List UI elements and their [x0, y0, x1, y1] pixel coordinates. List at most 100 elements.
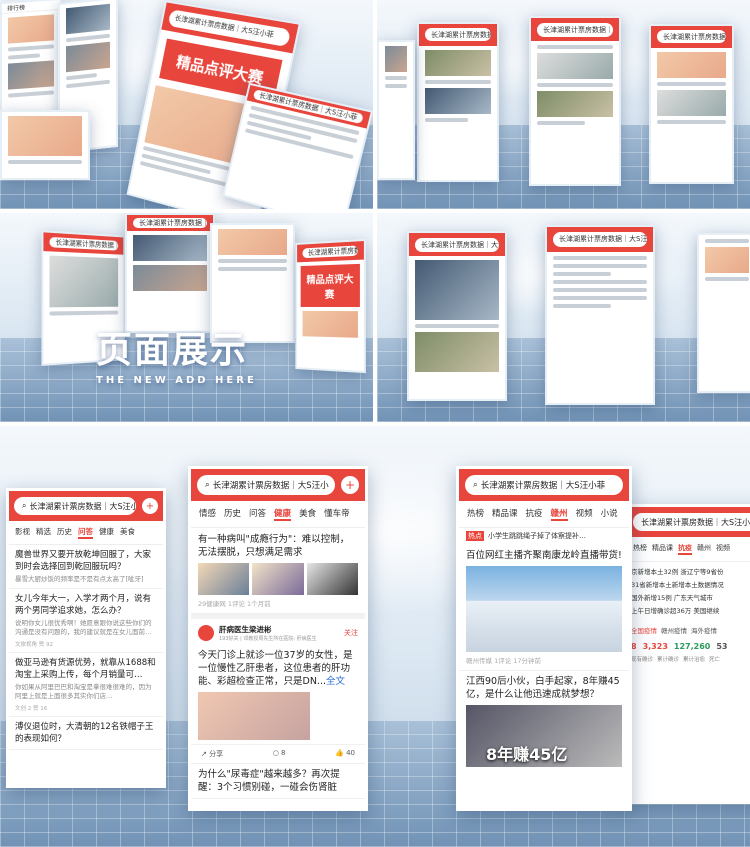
article[interactable]: 百位网红主播齐聚南康龙岭直播带货! 赣州传媒 1评论 17分钟前	[459, 544, 629, 671]
like-button[interactable]: 👍 40	[335, 749, 355, 759]
tab-active[interactable]: 问答	[78, 526, 93, 539]
thumbs-up-icon: 👍	[335, 749, 344, 757]
divider	[0, 209, 750, 213]
tab[interactable]: 历史	[224, 507, 241, 521]
tab-active[interactable]: 赣州	[550, 507, 568, 521]
author-name[interactable]: 肝病医生梁进彬	[219, 624, 339, 635]
article[interactable]: 为什么"尿毒症"越来越多？再次提醒：3个习惯别碰，一碰会伤肾脏	[191, 764, 365, 799]
tab[interactable]: 问答	[249, 507, 266, 521]
thumb-phone	[0, 110, 90, 180]
search-input: 长津湖累计票房数据｜大S汪小菲	[633, 513, 750, 531]
search-icon: ⌕	[22, 501, 27, 510]
search-input[interactable]: ⌕ 长津湖累计票房数据｜大S汪小菲	[465, 475, 623, 495]
stat-value: 53	[716, 642, 728, 651]
search-input: 长津湖累计票房数据｜大S汪小菲	[537, 22, 613, 37]
stat-label: 现有确诊	[631, 657, 654, 663]
subtab[interactable]: 赣州疫情	[661, 625, 687, 635]
thumb-phone: 长津湖累计票房数据｜大S汪小菲	[222, 82, 373, 209]
tab[interactable]: 历史	[57, 526, 72, 539]
tab[interactable]: 美食	[299, 507, 316, 521]
collage: 排行榜 长津湖累计票房数据｜大S汪小菲 精品点评大赛 长津湖累计票房数据｜大S汪…	[0, 0, 750, 847]
tab[interactable]: 赣州	[697, 543, 711, 555]
promo-title: 页面展示 THE NEW ADD HERE	[96, 321, 257, 386]
search-input: 长津湖累计票房数据｜大S汪小菲	[425, 28, 491, 42]
tab[interactable]: 视频	[716, 543, 730, 555]
article[interactable]: 今天门诊上就诊一位37岁的女性，是一位慢性乙肝患者，这位患者的肝功能、彩超检查正…	[191, 647, 365, 745]
tab[interactable]: 视频	[576, 507, 593, 521]
article-image	[306, 563, 358, 595]
article[interactable]: 魔兽世界又要开放乾坤回服了，大家到时会选择回到乾回服玩吗？ 暴雪大厨炒饭的频率是…	[9, 545, 163, 589]
ticker-text: 小学生跳跳绳子掉了体察提补…	[488, 532, 586, 540]
tab[interactable]: 热榜	[633, 543, 647, 555]
tab[interactable]: 懂车帝	[324, 507, 350, 521]
right-tabs: 热榜 精品课 抗疫 赣州 视频 小说	[459, 501, 629, 528]
search-input: 长津湖累计票房数据｜大S汪小菲	[553, 231, 647, 247]
middle-phone: ⌕ 长津湖累计票房数据｜大S汪小 + 情感 历史 问答 健康 美食 懂车帝 有一种…	[188, 466, 368, 811]
article[interactable]: 溥仪退位时，大清朝的12名铁帽子王的表现如何？	[9, 717, 163, 750]
follow-button[interactable]: 关注	[344, 628, 358, 638]
article-summary: 你如果从阿里巴巴和淘宝是拿很难很难的，因为阿里上就是上面很多其实你们店…	[15, 683, 152, 700]
divider	[0, 422, 750, 426]
article[interactable]: 做亚马逊有货源优势，就靠从1688和淘宝上采购上传，每个月销量可… 你如果从阿里…	[9, 653, 163, 717]
tab[interactable]: 小说	[601, 507, 618, 521]
list-item[interactable]: 31省新增本土新增本土数据情况	[631, 579, 750, 592]
thumb-phone	[697, 233, 750, 393]
author-row: 肝病医生梁进彬 193好关 | 邓教授周先生所在医院: 肝病医生 关注	[191, 619, 365, 647]
promo-title-en: THE NEW ADD HERE	[96, 375, 257, 386]
thumb-phone: 长津湖累计票房数据｜大S汪小菲	[545, 225, 655, 405]
article[interactable]: 有一种病叫"成瘾行为"：难以控制，无法摆脱，只想满足需求 29健康网 1评论 1…	[191, 528, 365, 614]
panel-top-left: 排行榜 长津湖累计票房数据｜大S汪小菲 精品点评大赛 长津湖累计票房数据｜大S汪…	[0, 0, 373, 209]
thumb-phone: 长津湖累计票房数据｜大S汪小菲 精品点评大赛	[295, 238, 366, 374]
publish-button[interactable]: +	[142, 498, 158, 514]
stat-label: 累计治愈	[683, 657, 706, 663]
avatar[interactable]	[198, 625, 214, 641]
tab[interactable]: 抗疫	[526, 507, 543, 521]
tab-active[interactable]: 健康	[274, 507, 292, 521]
thumb-phone: 长津湖累计票房数据｜大S汪小菲	[529, 16, 621, 186]
comment-count: 8	[281, 749, 286, 757]
article-title: 魔兽世界又要开放乾坤回服了，大家到时会选择回到乾回服玩吗？	[15, 550, 152, 572]
article-title: 女儿今年大一，入学才两个月，说有两个男同学追求她，怎么办？	[15, 594, 152, 616]
panel-bottom: 长津湖累计票房数据｜大S汪小菲 热榜 精品课 抗疫 赣州 视频 京新增本土32例…	[0, 426, 750, 847]
tab[interactable]: 精品课	[492, 507, 518, 521]
tab[interactable]: 影视	[15, 526, 30, 539]
middle-tabs: 情感 历史 问答 健康 美食 懂车帝	[191, 501, 365, 528]
ticker[interactable]: 热点 小学生跳跳绳子掉了体察提补…	[459, 528, 629, 544]
promo-title-cn: 页面展示	[96, 330, 249, 371]
search-input[interactable]: ⌕ 长津湖累计票房数据｜大S汪小	[14, 497, 136, 515]
article-summary: 暴雪大厨炒饭的频率是不是有点太高了[呲牙]	[15, 575, 144, 583]
search-input: 长津湖累计票房数据｜大S汪小菲	[133, 218, 207, 228]
comment-button[interactable]: ○ 8	[273, 749, 286, 759]
tab[interactable]: 健康	[99, 526, 114, 539]
search-input: 长津湖累计票房数据｜大S汪小菲	[415, 237, 499, 252]
thumb-phone: 长津湖累计票房数据｜大S汪小菲	[417, 22, 499, 182]
panel-mid-right: 长津湖累计票房数据｜大S汪小菲 长津湖累计票房数据｜大S汪小菲	[377, 213, 750, 422]
tab[interactable]: 精选	[36, 526, 51, 539]
article-meta: 赣州传媒 1评论 17分钟前	[466, 657, 542, 665]
video-thumbnail[interactable]: 8年赚45亿	[466, 705, 622, 767]
search-input: 长津湖累计票房数据｜大S汪小菲	[49, 236, 119, 251]
article-image	[466, 566, 622, 652]
ticker-tag: 热点	[466, 531, 484, 541]
tab[interactable]: 热榜	[467, 507, 484, 521]
tab[interactable]: 美食	[120, 526, 135, 539]
left-tabs: 影视 精选 历史 问答 健康 美食	[9, 521, 163, 545]
tab-active[interactable]: 抗疫	[678, 543, 692, 555]
search-input[interactable]: ⌕ 长津湖累计票房数据｜大S汪小	[197, 475, 335, 495]
subtab[interactable]: 全国疫情	[631, 625, 657, 635]
article[interactable]: 江西90后小伙，白手起家，8年赚45亿，是什么让他迅速成就梦想？ 8年赚45亿	[459, 671, 629, 771]
search-text: 长津湖累计票房数据｜大S汪小	[212, 481, 329, 491]
search-input: 长津湖累计票房数据｜大S汪小菲	[657, 30, 726, 44]
tab[interactable]: 精品课	[652, 543, 673, 555]
list-item[interactable]: 上午日增确诊超36万 美国继续	[631, 605, 750, 618]
read-more-link[interactable]: 全文	[326, 676, 345, 687]
article[interactable]: 女儿今年大一，入学才两个月，说有两个男同学追求她，怎么办？ 说明你女儿很优秀啊！…	[9, 589, 163, 653]
share-icon: ↗	[201, 750, 207, 758]
publish-button[interactable]: +	[341, 476, 359, 494]
rank-label: 排行榜	[7, 4, 26, 13]
list-item[interactable]: 京新增本土32例 浙辽宁等9省份	[631, 566, 750, 579]
subtab[interactable]: 海外疫情	[691, 625, 717, 635]
share-button[interactable]: ↗ 分享	[201, 749, 223, 759]
tab[interactable]: 情感	[199, 507, 216, 521]
list-item[interactable]: 国外新增15例 广东天气城市	[631, 592, 750, 605]
